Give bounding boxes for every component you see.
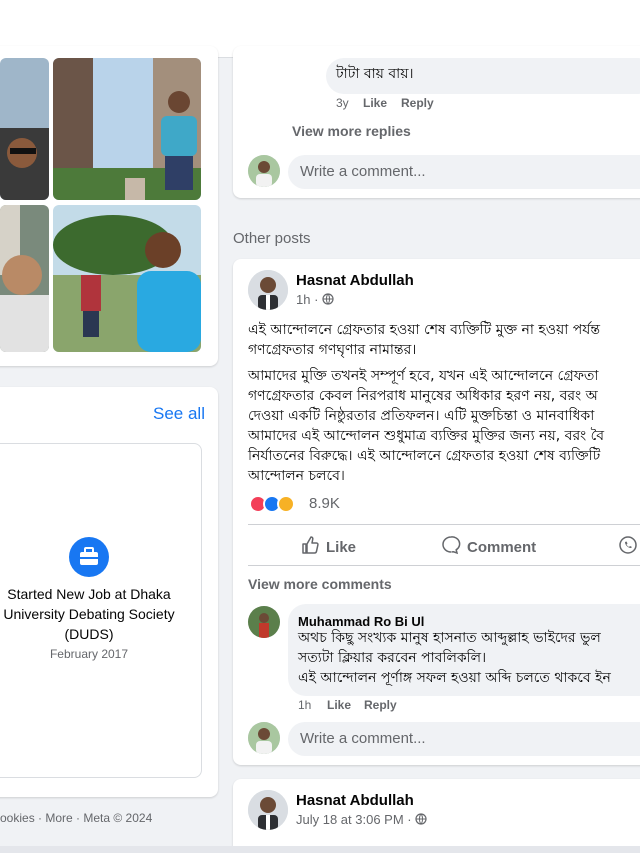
post-author-name[interactable]: Hasnat Abdullah [296, 792, 414, 809]
photo-thumbnail-4[interactable] [53, 205, 201, 352]
comment-like-link[interactable]: Like [327, 698, 351, 712]
post-card [233, 779, 640, 853]
life-event-title: Started New Job at Dhaka University Deba… [3, 586, 175, 642]
comment-button[interactable]: Comment [441, 535, 536, 559]
write-comment-input[interactable]: Write a comment... [288, 155, 640, 189]
comment-text: অথচ কিছু সংখ্যক মানুষ হাসনাত আব্দুল্লাহ … [298, 630, 611, 686]
commenter-avatar[interactable] [248, 606, 280, 638]
see-all-link[interactable]: See all [153, 404, 205, 424]
other-posts-heading: Other posts [233, 230, 311, 247]
write-comment-input[interactable]: Write a comment... [288, 722, 640, 756]
post-author-name[interactable]: Hasnat Abdullah [296, 272, 414, 289]
comment-time: 3y [336, 96, 349, 110]
comment-bubble-icon [441, 535, 461, 559]
globe-icon [415, 813, 427, 828]
divider [248, 524, 640, 525]
whatsapp-icon [618, 535, 638, 559]
author-avatar[interactable] [248, 790, 288, 830]
post-timestamp[interactable]: July 18 at 3:06 PM · [296, 812, 427, 828]
post-timestamp[interactable]: 1h · [296, 292, 334, 308]
post-paragraph-1: এই আন্দোলনে গ্রেফতার হওয়া শেষ ব্যক্তিটি… [248, 322, 601, 358]
photo-thumbnail-3[interactable] [0, 205, 49, 352]
briefcase-icon [69, 537, 109, 577]
like-button[interactable]: Like [300, 535, 356, 559]
current-user-avatar[interactable] [248, 155, 280, 187]
photo-thumbnail-2[interactable] [53, 58, 201, 200]
view-more-comments-link[interactable]: View more comments [248, 576, 392, 592]
current-user-avatar[interactable] [248, 722, 280, 754]
care-reaction-icon[interactable] [277, 495, 295, 513]
globe-icon [322, 293, 334, 308]
post-paragraph-2: আমাদের মুক্তি তখনই সম্পূর্ণ হবে, যখন এই … [248, 368, 605, 484]
like-thumb-icon [300, 535, 320, 559]
comment-reply-link[interactable]: Reply [364, 698, 397, 712]
commenter-name[interactable]: Muhammad Ro Bi Ul [298, 614, 424, 629]
divider [248, 565, 640, 566]
life-event-date: February 2017 [49, 647, 129, 661]
footer-links[interactable]: ookies · More · Meta © 2024 [0, 811, 152, 825]
view-more-replies-link[interactable]: View more replies [292, 123, 411, 139]
photo-thumbnail-1[interactable] [0, 58, 49, 200]
comment-time: 1h [298, 698, 312, 712]
author-avatar[interactable] [248, 270, 288, 310]
comment-like-link[interactable]: Like [363, 96, 387, 110]
whatsapp-share-button[interactable] [618, 535, 638, 559]
comment-text: টাটা বায় বায়। [336, 66, 414, 82]
comment-reply-link[interactable]: Reply [401, 96, 434, 110]
window-bottom-edge [0, 846, 640, 853]
reaction-count[interactable]: 8.9K [309, 495, 340, 512]
